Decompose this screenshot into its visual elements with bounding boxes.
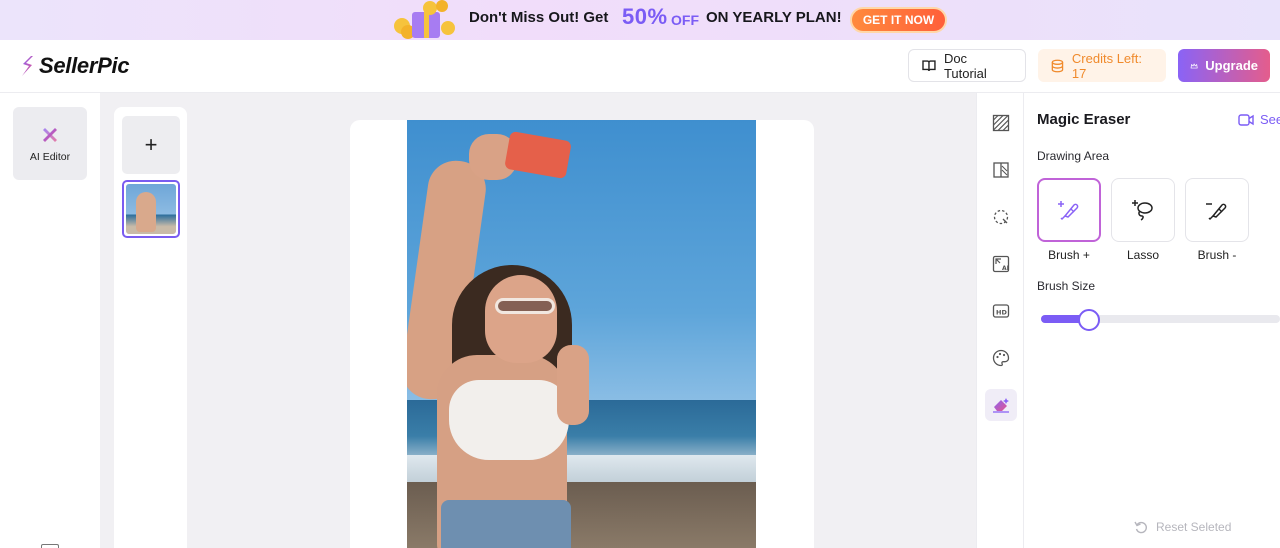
svg-text:HD: HD xyxy=(996,308,1007,316)
promo-text: Don't Miss Out! Get xyxy=(469,9,609,26)
phone-image xyxy=(504,130,572,180)
gift-icon xyxy=(394,0,455,39)
see-link-label: See xyxy=(1260,112,1280,127)
brush-size-label: Brush Size xyxy=(1037,279,1096,293)
mode-lasso[interactable] xyxy=(1111,178,1175,242)
thumbnail-image xyxy=(126,184,176,234)
ai-editor-icon xyxy=(43,127,57,142)
ai-expand-icon: AI xyxy=(992,255,1010,273)
mode-brush-plus[interactable] xyxy=(1037,178,1101,242)
texture-icon xyxy=(992,114,1010,132)
magic-eraser-panel: Magic Eraser See Drawing Area Brush + La… xyxy=(1024,93,1280,548)
tool-texture[interactable] xyxy=(985,107,1017,139)
svg-text:AI: AI xyxy=(1002,265,1009,272)
video-icon xyxy=(1238,113,1254,126)
upgrade-label: Upgrade xyxy=(1205,58,1258,73)
image-thumbnail[interactable] xyxy=(122,180,180,238)
edited-photo[interactable] xyxy=(407,120,756,548)
brush-plus-icon xyxy=(1058,201,1079,221)
upgrade-button[interactable]: Upgrade xyxy=(1178,49,1270,82)
rail-item-ai-editor[interactable]: AI Editor xyxy=(13,107,87,180)
tool-palette[interactable] xyxy=(985,342,1017,374)
eraser-icon xyxy=(993,398,1009,413)
doc-tutorial-button[interactable]: Doc Tutorial xyxy=(908,49,1026,82)
book-icon xyxy=(922,59,936,71)
mode-label: Brush - xyxy=(1197,248,1237,262)
promo-banner: Don't Miss Out! Get 50% OFF ON YEARLY PL… xyxy=(0,0,1280,40)
promo-text-after: ON YEARLY PLAN! xyxy=(706,9,842,26)
tool-background[interactable] xyxy=(985,154,1017,186)
mode-label: Brush + xyxy=(1048,248,1090,262)
brush-minus-icon xyxy=(1206,203,1227,221)
rail-item-label: AI Editor xyxy=(29,150,71,163)
reset-selected-button[interactable]: Reset Seleted xyxy=(1134,520,1231,534)
crown-icon xyxy=(1190,63,1198,68)
app-header: SellerPic Doc Tutorial Credits Left: 17 … xyxy=(0,40,1280,93)
promo-percent: 50% xyxy=(622,4,668,29)
palette-icon xyxy=(992,349,1010,367)
tool-ai-expand[interactable]: AI xyxy=(985,248,1017,280)
reset-label: Reset Seleted xyxy=(1156,520,1232,534)
doc-tutorial-label: Doc Tutorial xyxy=(943,50,987,81)
drawing-area-label: Drawing Area xyxy=(1037,149,1110,163)
coins-icon xyxy=(1051,59,1064,72)
sellerpic-logo-icon xyxy=(22,56,33,76)
lasso-icon xyxy=(1132,200,1153,221)
tool-magic-eraser[interactable] xyxy=(985,389,1017,421)
promo-off: OFF xyxy=(671,12,699,28)
logo[interactable]: SellerPic xyxy=(19,53,130,79)
lasso-circle-icon xyxy=(993,209,1009,225)
tool-lasso-select[interactable] xyxy=(985,201,1017,233)
brush-size-slider-handle[interactable] xyxy=(1077,309,1100,331)
credits-label: Credits Left: 17 xyxy=(1071,50,1142,81)
tool-hd[interactable]: HD xyxy=(985,295,1017,327)
folder-icon[interactable] xyxy=(41,544,59,548)
credits-badge[interactable]: Credits Left: 17 xyxy=(1038,49,1166,82)
brand-name: SellerPic xyxy=(39,53,130,78)
left-rail: AI Editor xyxy=(0,93,100,548)
tool-strip: AI HD xyxy=(976,93,1024,548)
get-it-now-button[interactable]: GET IT NOW xyxy=(850,7,947,33)
see-tutorial-link[interactable]: See xyxy=(1238,112,1280,127)
undo-icon xyxy=(1134,521,1147,534)
thumbnail-panel: + xyxy=(114,107,187,548)
sunglasses-image xyxy=(495,298,555,314)
panel-title: Magic Eraser xyxy=(1037,111,1131,128)
background-swap-icon xyxy=(993,162,1009,178)
hd-icon: HD xyxy=(992,304,1010,318)
mode-brush-minus[interactable] xyxy=(1185,178,1249,242)
add-image-button[interactable]: + xyxy=(122,116,180,174)
mode-label: Lasso xyxy=(1126,248,1160,262)
